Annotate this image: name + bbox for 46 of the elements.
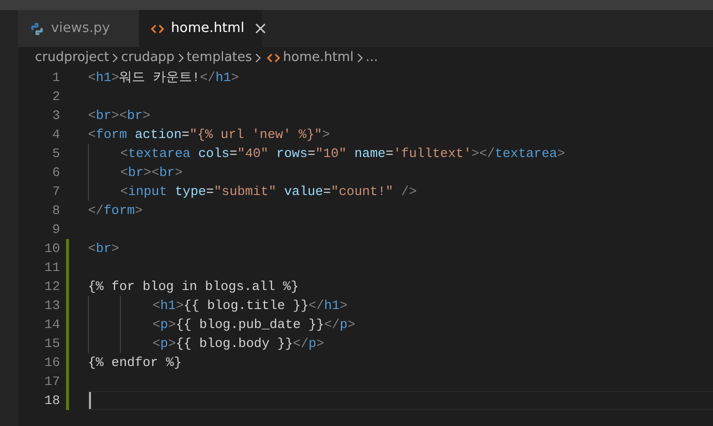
editor-tab[interactable]: views.py <box>18 10 139 47</box>
line-number: 6 <box>51 164 60 182</box>
code-line: <h1>워드 카운트!</h1> <box>88 70 239 85</box>
chevron-icon <box>178 52 184 62</box>
chevron-icon <box>255 52 262 62</box>
breadcrumb-more[interactable]: ... <box>366 48 378 68</box>
python-file-icon <box>30 22 44 36</box>
code-brackets-icon <box>151 24 164 34</box>
code-line: <input type="submit" value="count!" /> <box>88 184 417 199</box>
line-number: 3 <box>51 107 60 125</box>
line-number: 4 <box>51 126 60 144</box>
chevron-icon <box>356 52 363 62</box>
code-line: {% for blog in blogs.all %} <box>88 279 299 294</box>
line-number: 5 <box>51 145 60 163</box>
code-line: <p>{{ blog.body }}</p> <box>88 336 324 351</box>
breadcrumb-item[interactable]: templates <box>186 48 252 68</box>
breadcrumb-item[interactable]: crudproject <box>35 48 110 68</box>
breadcrumb-item[interactable]: home.html <box>283 48 354 68</box>
line-number: 17 <box>43 373 60 391</box>
code-line: </form> <box>88 203 143 218</box>
code-line: <textarea cols="40" rows="10" name='fulltext'></textarea> <box>88 146 566 161</box>
line-number: 12 <box>43 278 60 296</box>
line-number: 16 <box>43 354 60 372</box>
close-icon[interactable] <box>255 23 266 34</box>
code-line: <h1>{{ blog.title }}</h1> <box>88 298 348 313</box>
code-line: <form action="{% url 'new' %}"> <box>88 127 330 142</box>
code-line: <p>{{ blog.pub_date }}</p> <box>88 317 356 332</box>
line-number: 9 <box>51 221 60 239</box>
line-number: 15 <box>43 335 60 353</box>
code-line: <br><br> <box>88 165 183 180</box>
line-number: 18 <box>43 392 60 410</box>
line-number: 1 <box>51 69 60 87</box>
line-number: 13 <box>43 297 60 315</box>
code-line: {% endfor %} <box>88 355 182 370</box>
line-number: 14 <box>43 316 60 334</box>
line-number: 10 <box>43 240 60 258</box>
line-number: 7 <box>51 183 60 201</box>
code-line: <br><br> <box>88 108 150 123</box>
line-number: 2 <box>51 88 60 106</box>
line-number: 11 <box>43 259 60 277</box>
code-brackets-icon <box>267 52 280 62</box>
breadcrumb-item[interactable]: crudapp <box>121 48 175 68</box>
line-number: 8 <box>51 202 60 220</box>
chevron-icon <box>112 52 118 62</box>
text-cursor <box>89 392 91 409</box>
code-line: <br> <box>88 241 120 256</box>
